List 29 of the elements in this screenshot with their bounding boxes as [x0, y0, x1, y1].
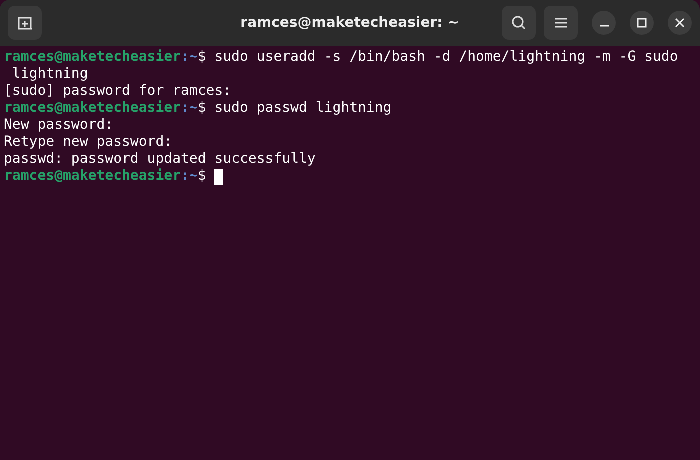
menu-button[interactable]	[544, 6, 578, 40]
output-text: lightning	[11, 66, 88, 83]
menu-icon	[554, 17, 568, 29]
output-text: [sudo] password for ramces:	[4, 83, 232, 100]
prompt-path: :~	[181, 49, 198, 66]
close-icon	[675, 18, 685, 28]
new-tab-button[interactable]	[8, 6, 42, 40]
output-text: New password:	[4, 117, 114, 134]
prompt-path: :~	[181, 100, 198, 117]
prompt-sign: $	[198, 100, 206, 117]
search-icon	[511, 15, 527, 31]
output-text: Retype new password:	[4, 134, 173, 151]
command-text: sudo useradd -s /bin/bash -d /home/lightning -m -G sudo	[214, 49, 678, 66]
prompt-user: ramces@maketecheasier	[4, 49, 182, 66]
new-tab-icon	[17, 15, 33, 31]
search-button[interactable]	[502, 6, 536, 40]
maximize-icon	[637, 18, 647, 28]
prompt-sign: $	[198, 49, 206, 66]
output-text: passwd: password updated successfully	[4, 151, 316, 168]
window-title: ramces@maketecheasier: ~	[240, 15, 460, 31]
prompt-sign: $	[198, 168, 206, 185]
minimize-button[interactable]	[592, 11, 616, 35]
minimize-icon	[600, 25, 608, 27]
close-button[interactable]	[668, 11, 692, 35]
maximize-button[interactable]	[630, 11, 654, 35]
prompt-path: :~	[181, 168, 198, 185]
command-text: sudo passwd lightning	[214, 100, 392, 117]
prompt-user: ramces@maketecheasier	[4, 168, 182, 185]
prompt-user: ramces@maketecheasier	[4, 100, 182, 117]
